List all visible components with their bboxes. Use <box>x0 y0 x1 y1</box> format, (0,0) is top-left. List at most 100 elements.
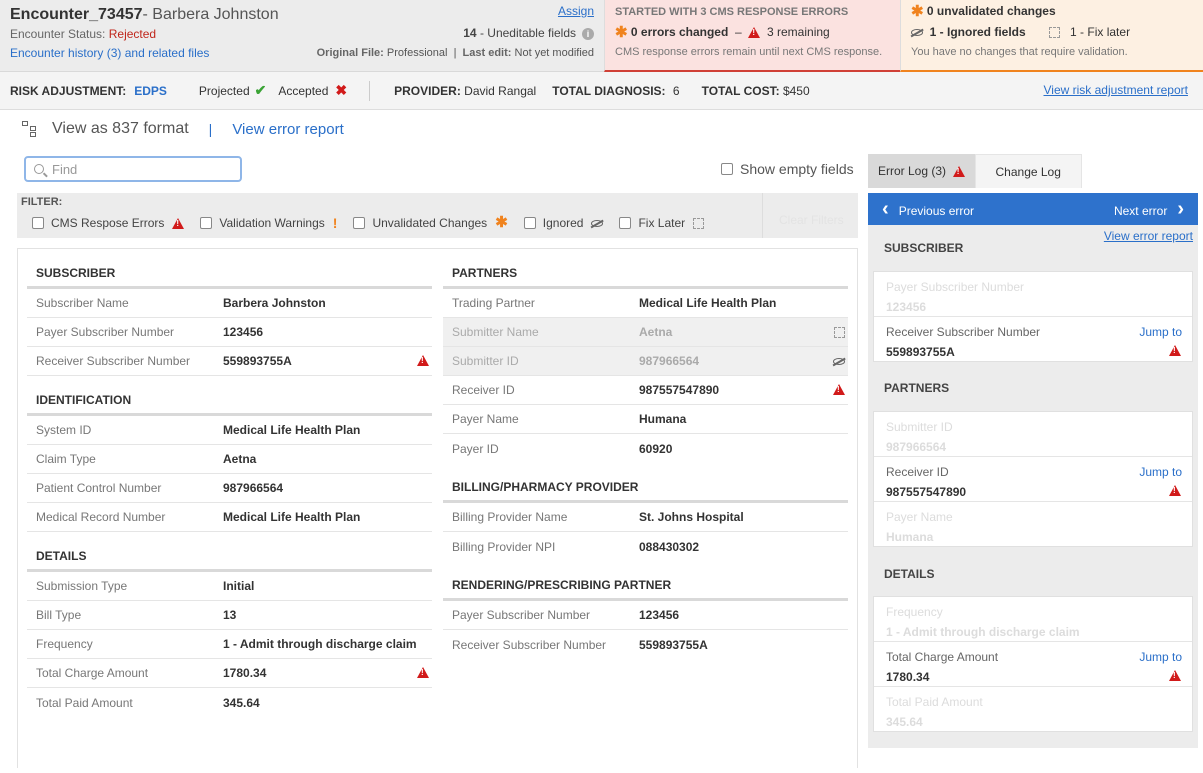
field-value[interactable]: 559893755A <box>223 354 292 368</box>
filter-ignored[interactable]: Ignored <box>523 216 604 230</box>
show-empty-label: Show empty fields <box>740 161 854 177</box>
previous-error-label: Previous error <box>898 203 975 218</box>
filter-unvalidated-label: Unvalidated Changes <box>372 216 488 230</box>
field-value[interactable]: 987966564 <box>639 354 699 368</box>
field-value[interactable]: Humana <box>639 412 686 426</box>
field-row[interactable]: Payer Subscriber Number 123456 <box>443 601 848 630</box>
view-error-report-link[interactable]: View error report <box>232 121 343 138</box>
section-title: DETAILS <box>27 532 432 572</box>
field-row[interactable]: Receiver ID 987557547890 <box>443 376 848 405</box>
tab-error-log-label: Error Log (3) <box>878 164 947 178</box>
field-value[interactable]: 123456 <box>639 608 679 622</box>
field-value[interactable]: Initial <box>223 579 254 593</box>
field-row[interactable]: Claim Type Aetna <box>27 445 432 474</box>
show-empty-fields-toggle[interactable]: Show empty fields <box>721 161 854 177</box>
error-log-panel: View error report SUBSCRIBER Payer Subsc… <box>868 225 1198 748</box>
field-row[interactable]: System ID Medical Life Health Plan <box>27 416 432 445</box>
field-value[interactable]: 987966564 <box>223 481 283 495</box>
field-label: Billing Provider NPI <box>452 539 556 554</box>
assign-link[interactable]: Assign <box>558 4 594 18</box>
search-input[interactable] <box>52 161 232 177</box>
error-field-value: 559893755A <box>886 345 955 359</box>
field-row[interactable]: Total Paid Amount 345.64 <box>27 688 432 717</box>
left-column: SUBSCRIBER Subscriber Name Barbera Johnst… <box>27 249 432 717</box>
field-value[interactable]: Aetna <box>639 325 672 339</box>
field-row[interactable]: Billing Provider Name St. Johns Hospital <box>443 503 848 532</box>
error-field-label: Payer Subscriber Number <box>886 280 1025 294</box>
field-row[interactable]: Bill Type 13 <box>27 601 432 630</box>
tree-structure-icon[interactable] <box>22 121 38 137</box>
filter-unvalidated-changes[interactable]: Unvalidated Changes ✱ <box>353 215 508 230</box>
tab-change-log[interactable]: Change Log <box>974 154 1082 188</box>
info-icon[interactable]: i <box>582 28 594 40</box>
field-value[interactable]: 559893755A <box>639 638 708 652</box>
jump-to-link[interactable]: Jump to <box>1139 650 1182 664</box>
fix-later-count: 1 - Fix later <box>1070 25 1131 39</box>
field-value[interactable]: 13 <box>223 608 236 622</box>
next-error-label: Next error <box>1113 203 1168 218</box>
field-value[interactable]: 987557547890 <box>639 383 719 397</box>
search-box[interactable] <box>24 156 242 182</box>
field-row[interactable]: Trading Partner Medical Life Health Plan <box>443 289 848 318</box>
errors-remaining: 3 remaining <box>767 25 830 39</box>
field-value[interactable]: Medical Life Health Plan <box>639 296 776 310</box>
field-row[interactable]: Submitter Name Aetna <box>443 318 848 347</box>
field-value[interactable]: 345.64 <box>223 696 260 710</box>
encounter-header: Encounter_73457- Barbera Johnston Encoun… <box>0 0 1203 72</box>
field-row[interactable]: Receiver Subscriber Number 559893755A <box>27 347 432 376</box>
field-label: Medical Record Number <box>36 510 166 524</box>
field-row[interactable]: Total Charge Amount 1780.34 <box>27 659 432 688</box>
filter-checkbox[interactable] <box>32 217 44 229</box>
next-error-button[interactable]: Next error › <box>1114 198 1184 221</box>
show-empty-checkbox[interactable] <box>721 163 733 175</box>
filter-validation-warnings[interactable]: Validation Warnings! <box>200 215 337 231</box>
field-value[interactable]: 123456 <box>223 325 263 339</box>
jump-to-link[interactable]: Jump to <box>1139 325 1182 339</box>
error-row: Submitter ID 987966564 <box>874 412 1192 457</box>
field-row[interactable]: Submission Type Initial <box>27 572 432 601</box>
error-field-label: Total Charge Amount <box>886 650 999 664</box>
field-row[interactable]: Billing Provider NPI 088430302 <box>443 532 848 561</box>
field-row[interactable]: Patient Control Number 987966564 <box>27 474 432 503</box>
tab-error-log[interactable]: Error Log (3) <box>868 154 975 188</box>
field-row[interactable]: Receiver Subscriber Number 559893755A <box>443 630 848 659</box>
field-value[interactable]: 1780.34 <box>223 666 266 680</box>
jump-to-link[interactable]: Jump to <box>1139 465 1182 479</box>
encounter-history-link[interactable]: Encounter history (3) and related files <box>10 46 209 60</box>
filter-checkbox[interactable] <box>523 217 536 229</box>
field-row[interactable]: Medical Record Number Medical Life Health… <box>27 503 432 532</box>
warning-icon <box>417 355 429 366</box>
field-value[interactable]: 088430302 <box>639 540 699 554</box>
field-value[interactable]: St. Johns Hospital <box>639 510 744 524</box>
field-label: Submitter ID <box>452 354 519 368</box>
previous-error-button[interactable]: ‹ Previous error <box>882 198 974 221</box>
x-icon: ✖ <box>335 82 348 98</box>
field-value[interactable]: Medical Life Health Plan <box>223 510 360 524</box>
filter-checkbox[interactable] <box>200 217 213 229</box>
filter-fix-later[interactable]: Fix Later <box>619 216 705 230</box>
field-value[interactable]: Aetna <box>223 452 256 466</box>
field-row[interactable]: Payer Subscriber Number 123456 <box>27 318 432 347</box>
clear-filters-button[interactable]: Clear Filters <box>762 193 858 238</box>
panel-section-title: SUBSCRIBER <box>884 241 964 255</box>
total-diagnosis-label: TOTAL DIAGNOSIS: <box>552 83 666 98</box>
field-value[interactable]: Medical Life Health Plan <box>223 423 360 437</box>
dashed-box-icon <box>693 217 705 229</box>
field-row[interactable]: Subscriber Name Barbera Johnston <box>27 289 432 318</box>
field-row[interactable]: Frequency 1 - Admit through discharge cla… <box>27 630 432 659</box>
field-value[interactable]: Barbera Johnston <box>223 296 326 310</box>
field-row[interactable]: Payer ID 60920 <box>443 434 848 463</box>
field-value[interactable]: 60920 <box>639 442 672 456</box>
panel-error-report-link[interactable]: View error report <box>1104 229 1193 243</box>
filter-checkbox[interactable] <box>353 217 366 229</box>
field-label: Claim Type <box>36 452 96 466</box>
dashed-box-icon <box>834 327 845 338</box>
filter-cms-errors[interactable]: CMS Respose Errors <box>32 216 185 230</box>
filter-checkbox[interactable] <box>619 217 632 229</box>
field-row[interactable]: Payer Name Humana <box>443 405 848 434</box>
field-value[interactable]: 1 - Admit through discharge claim <box>223 637 417 651</box>
risk-report-link[interactable]: View risk adjustment report <box>1043 83 1188 97</box>
field-row[interactable]: Submitter ID 987966564 <box>443 347 848 376</box>
view-837-format[interactable]: View as 837 format <box>52 120 189 138</box>
last-edit-label: Last edit: <box>462 47 512 59</box>
